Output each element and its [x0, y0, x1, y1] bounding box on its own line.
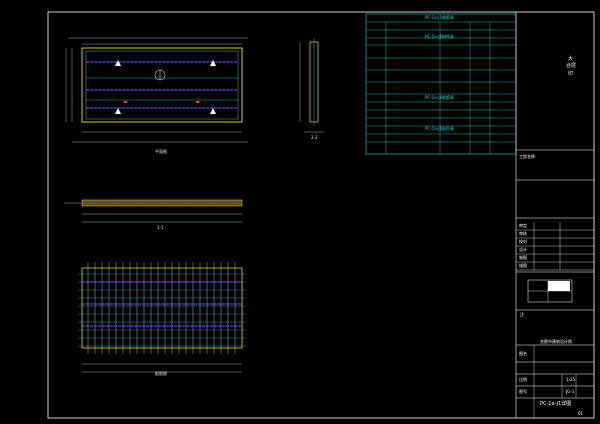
cad-drawing-canvas	[47, 11, 595, 419]
side-view	[299, 38, 324, 133]
drawing-no-value: JG-1	[566, 389, 575, 394]
approval-row-label: 审定	[519, 223, 527, 228]
section-view	[64, 199, 243, 223]
project-label: 工程名称	[519, 154, 535, 159]
notes-text: 注	[520, 312, 524, 317]
scale-value: 1:25	[566, 377, 575, 382]
schedule-title-mid: PC-1a-J1钢筋表	[425, 95, 455, 100]
plan-view-label: 平面图	[155, 149, 167, 154]
sheet-label: 图名	[519, 351, 527, 356]
schedule-title-low: PC-1a-J1配件表	[425, 126, 455, 131]
approval-row-label: 审核	[519, 231, 527, 236]
approval-row-label: 描图	[519, 263, 527, 268]
stamp-char-3: 印	[568, 71, 574, 77]
section-label: 1-1	[157, 225, 164, 230]
title-block	[515, 12, 594, 418]
side-view-label: 2-2	[311, 135, 318, 140]
drawing-no-label: 图号	[519, 389, 527, 394]
approval-row-label: 校对	[519, 239, 527, 244]
stamp-char-1: 大	[568, 56, 574, 62]
company-text: 合肥市建筑设计院	[540, 339, 572, 344]
scale-label: 比例	[519, 377, 527, 382]
schedule-title-main: PC-1a-J1钢筋表	[425, 15, 455, 20]
page-number: 01	[578, 411, 584, 416]
rebar-plan-label: 配筋图	[155, 371, 167, 376]
stamp-char-2: 合层	[566, 63, 577, 69]
rebar-plan	[78, 262, 246, 373]
schedule-title-sub: PC-1a-J1构件表	[425, 34, 455, 39]
drawing-title: PC-1a-J1详图	[540, 401, 572, 407]
plan-view	[65, 37, 248, 143]
approval-row-label: 制图	[519, 255, 527, 260]
sheet-border	[47, 11, 595, 419]
approval-row-label: 设计	[519, 247, 527, 252]
